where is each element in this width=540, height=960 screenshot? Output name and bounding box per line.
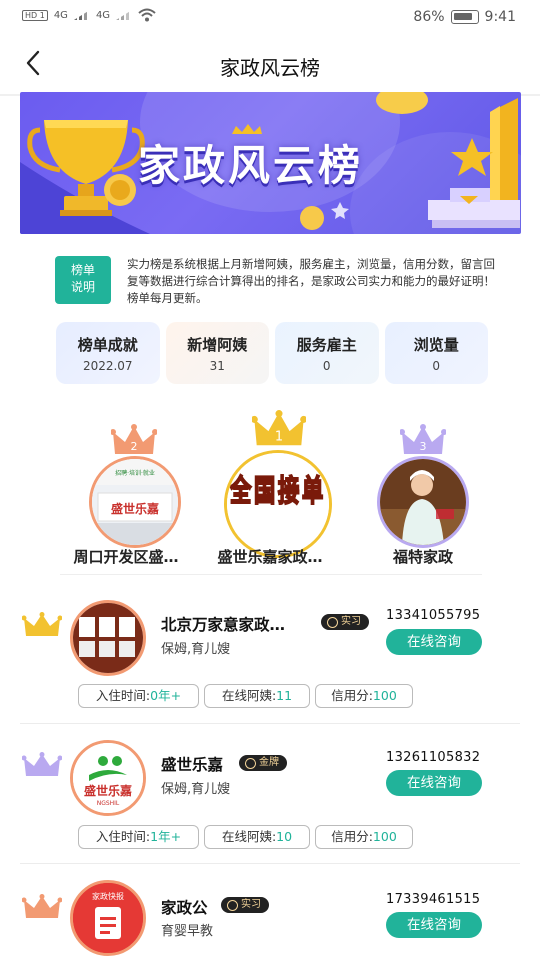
top3-podium: 2 招聘·培训·就业 盛世乐嘉 周口开发区盛… 1 全国接单 盛世乐嘉家政… 3… xyxy=(0,406,540,576)
coin-icon-2 xyxy=(300,206,324,230)
stat-value: 0 xyxy=(322,359,331,373)
phone-number[interactable]: 13341055795 xyxy=(386,608,480,623)
svg-text:招聘·培训·就业: 招聘·培训·就业 xyxy=(115,469,155,477)
podium-avatar: 招聘·培训·就业 盛世乐嘉 xyxy=(89,456,181,548)
office-wall-photo xyxy=(73,603,143,673)
rank-number: 2 xyxy=(131,440,138,453)
stat-value: 31 xyxy=(209,359,225,373)
stat-value: 0 xyxy=(432,359,441,373)
join-time-chip: 入住时间:1年+ xyxy=(78,825,199,849)
signal-icon xyxy=(73,10,90,20)
credit-chip: 信用分:100 xyxy=(315,684,413,708)
company-avatar xyxy=(70,600,146,676)
ranking-intro: 榜单说明 实力榜是系统根据上月新增阿姨，服务雇主，浏览量，信用分数，留言回复等数… xyxy=(20,256,521,316)
worker-photo xyxy=(380,459,466,545)
intro-badge: 榜单说明 xyxy=(55,256,111,304)
svg-text:盛世乐嘉: 盛世乐嘉 xyxy=(111,501,159,516)
stat-card: 服务雇主 0 xyxy=(275,322,379,384)
podium-name: 盛世乐嘉家政… xyxy=(217,548,323,566)
national-order-logo: 全国接单 xyxy=(227,453,329,555)
svg-text:家政快报: 家政快报 xyxy=(92,891,124,901)
office-photo: 招聘·培训·就业 盛世乐嘉 xyxy=(92,459,178,545)
network-type-1: 4G xyxy=(53,9,68,21)
network-type-2: 4G xyxy=(95,9,111,21)
company-row[interactable]: 北京万家意家政… 实习 保姆,育儿嫂 13341055795 在线咨询 入住时间… xyxy=(0,592,540,724)
coin-icon xyxy=(376,92,428,114)
stat-label: 服务雇主 xyxy=(296,336,357,354)
phone-number[interactable]: 13261105832 xyxy=(386,750,480,765)
silver-crown-icon: 2 xyxy=(111,424,157,454)
stat-label: 新增阿姨 xyxy=(187,336,248,354)
stat-label: 榜单成就 xyxy=(77,336,138,354)
join-time-chip: 入住时间:0年+ xyxy=(78,684,199,708)
credit-chip: 信用分:100 xyxy=(315,825,413,849)
banner-title: 家政风云榜 xyxy=(138,141,364,190)
news-logo: 家政快报 xyxy=(73,883,143,953)
page-title: 家政风云榜 xyxy=(220,56,320,80)
level-badge: 实习 xyxy=(321,614,369,630)
bronze-crown-icon: 3 xyxy=(400,424,446,454)
bronze-crown-icon xyxy=(22,894,62,918)
battery-percent: 86% xyxy=(413,9,445,25)
company-row[interactable]: 家政快报 家政公 实习 育婴早教 17339461515 在线咨询 xyxy=(0,864,540,960)
rank-number: 3 xyxy=(420,440,427,453)
rank-number: 1 xyxy=(275,430,283,445)
company-name: 家政公 xyxy=(161,899,208,917)
stat-card: 榜单成就 2022.07 xyxy=(56,322,160,384)
stat-card: 新增阿姨 31 xyxy=(165,322,269,384)
company-services: 育婴早教 xyxy=(161,924,214,939)
podium-avatar: 全国接单 xyxy=(224,450,332,558)
silver-crown-icon xyxy=(22,752,62,776)
battery-icon xyxy=(450,10,479,24)
ranking-banner: 家政风云榜 xyxy=(20,92,521,234)
level-badge: 实习 xyxy=(221,897,269,913)
divider xyxy=(60,574,482,575)
status-bar: HD 1 4G 4G 86% 9:41 xyxy=(0,0,540,36)
company-row[interactable]: 盛世乐嘉 NGSHIL 盛世乐嘉 金牌 保姆,育儿嫂 13261105832 在… xyxy=(0,724,540,864)
hd1-indicator: HD 1 xyxy=(22,9,48,21)
svg-text:全国接单: 全国接单 xyxy=(229,474,326,509)
company-services: 保姆,育儿嫂 xyxy=(161,782,231,797)
company-name: 北京万家意家政… xyxy=(161,616,286,634)
signal-icon-2 xyxy=(116,10,133,20)
stat-value: 2022.07 xyxy=(82,359,133,373)
podium-avatar xyxy=(377,456,469,548)
online-staff-chip: 在线阿姨:10 xyxy=(204,825,310,849)
company-logo: 盛世乐嘉 NGSHIL xyxy=(73,743,143,813)
level-badge: 金牌 xyxy=(239,755,287,771)
consult-button[interactable]: 在线咨询 xyxy=(386,912,482,938)
consult-button[interactable]: 在线咨询 xyxy=(386,629,482,655)
consult-button[interactable]: 在线咨询 xyxy=(386,770,482,796)
intro-text: 实力榜是系统根据上月新增阿姨，服务雇主，浏览量，信用分数，留言回复等数据进行综合… xyxy=(127,257,495,305)
stats-row: 榜单成就 2022.07 新增阿姨 31 服务雇主 0 浏览量 0 xyxy=(56,322,488,384)
gold-crown-icon: 1 xyxy=(252,410,306,446)
company-avatar: 盛世乐嘉 NGSHIL xyxy=(70,740,146,816)
gold-crown-icon xyxy=(22,612,62,636)
phone-number[interactable]: 17339461515 xyxy=(386,892,480,907)
online-staff-chip: 在线阿姨:11 xyxy=(204,684,310,708)
company-services: 保姆,育儿嫂 xyxy=(161,642,231,657)
stat-card: 浏览量 0 xyxy=(384,322,488,384)
svg-text:盛世乐嘉: 盛世乐嘉 xyxy=(84,783,132,798)
stat-label: 浏览量 xyxy=(413,336,459,354)
podium-name: 福特家政 xyxy=(392,548,453,566)
star-icon xyxy=(451,138,493,176)
wifi-icon xyxy=(138,8,156,22)
podium-name: 周口开发区盛… xyxy=(73,548,179,566)
clock: 9:41 xyxy=(484,9,516,25)
company-name: 盛世乐嘉 xyxy=(161,756,224,774)
company-avatar: 家政快报 xyxy=(70,880,146,956)
svg-text:NGSHIL: NGSHIL xyxy=(97,800,120,807)
nav-bar: 家政风云榜 xyxy=(0,36,540,94)
